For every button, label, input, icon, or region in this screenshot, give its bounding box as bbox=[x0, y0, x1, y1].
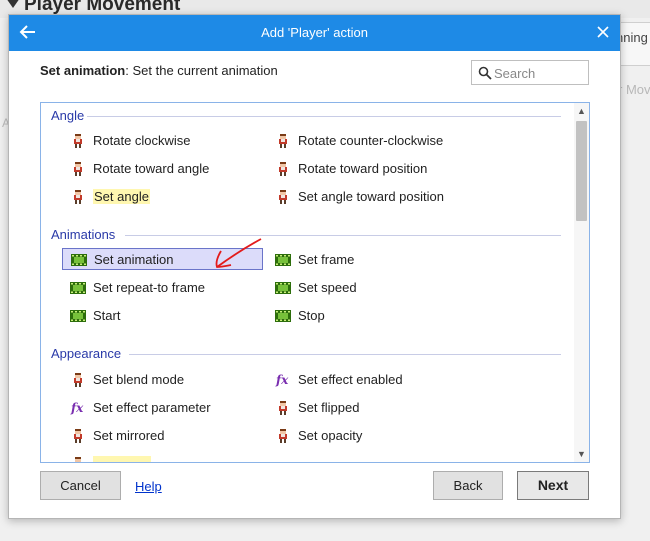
action-label: Set speed bbox=[298, 280, 357, 295]
action-item-set-opacity[interactable]: Set opacity bbox=[267, 425, 467, 447]
svg-text:fx: fx bbox=[275, 373, 289, 387]
action-item-set-frame[interactable]: Set frame bbox=[267, 249, 467, 271]
cancel-button[interactable]: Cancel bbox=[40, 471, 121, 500]
sprite-icon bbox=[275, 189, 291, 205]
group-divider bbox=[87, 116, 561, 117]
action-label: Set opacity bbox=[298, 428, 363, 443]
sprite-icon bbox=[275, 428, 291, 444]
action-label: Rotate toward angle bbox=[93, 161, 210, 176]
dialog-titlebar: Add 'Player' action bbox=[9, 15, 620, 51]
action-item-set-blend-mode[interactable]: Set blend mode bbox=[62, 369, 262, 391]
description-text: : Set the current animation bbox=[125, 63, 278, 78]
group-divider bbox=[125, 235, 561, 236]
collapse-triangle-icon[interactable] bbox=[6, 0, 20, 8]
chevron-up-icon[interactable]: ▲ bbox=[574, 103, 589, 119]
add-action-dialog: Add 'Player' action Set animation: Set t… bbox=[8, 14, 621, 519]
sprite-icon bbox=[275, 133, 291, 149]
action-label: Rotate counter-clockwise bbox=[298, 133, 444, 148]
action-label: Set effect enabled bbox=[298, 372, 403, 387]
action-item-rotate-counter-clockwise[interactable]: Rotate counter-clockwise bbox=[267, 130, 467, 152]
sprite-icon bbox=[275, 161, 291, 177]
action-label: Set blend mode bbox=[93, 372, 185, 387]
action-item-rotate-toward-position[interactable]: Rotate toward position bbox=[267, 158, 467, 180]
sprite-icon bbox=[70, 133, 86, 149]
search-input[interactable] bbox=[494, 64, 584, 82]
action-label: Set angle bbox=[93, 189, 150, 204]
action-label: Set effect parameter bbox=[93, 400, 211, 415]
action-item-set-angle-toward-position[interactable]: Set angle toward position bbox=[267, 186, 467, 208]
action-item-set-speed[interactable]: Set speed bbox=[267, 277, 467, 299]
sprite-icon bbox=[275, 400, 291, 416]
scrollbar-thumb[interactable] bbox=[576, 121, 587, 221]
next-button[interactable]: Next bbox=[517, 471, 589, 500]
group-title-animations: Animations bbox=[51, 227, 116, 242]
film-icon bbox=[275, 252, 291, 268]
sprite-icon bbox=[70, 372, 86, 388]
action-label: Set angle toward position bbox=[298, 189, 444, 204]
film-icon bbox=[70, 308, 86, 324]
group-title-appearance: Appearance bbox=[51, 346, 122, 361]
clipped-label bbox=[93, 456, 151, 462]
sprite-icon bbox=[70, 428, 86, 444]
group-title-angle: Angle bbox=[51, 108, 85, 123]
film-icon bbox=[71, 252, 87, 268]
action-item-set-effect-enabled[interactable]: fx Set effect enabled bbox=[267, 369, 467, 391]
annotation-arrow-icon bbox=[215, 238, 262, 268]
close-icon[interactable] bbox=[593, 21, 613, 43]
sprite-icon bbox=[70, 161, 86, 177]
action-item-set-mirrored[interactable]: Set mirrored bbox=[62, 425, 262, 447]
film-icon bbox=[275, 280, 291, 296]
action-label: Set animation bbox=[94, 252, 174, 267]
background-faded-text: r Mov bbox=[618, 82, 650, 97]
search-icon bbox=[478, 66, 492, 80]
fx-icon: fx bbox=[275, 372, 291, 388]
film-icon bbox=[70, 280, 86, 296]
back-button[interactable]: Back bbox=[433, 471, 503, 500]
action-label: Set mirrored bbox=[93, 428, 165, 443]
action-item-stop[interactable]: Stop bbox=[267, 305, 467, 327]
action-item-rotate-clockwise[interactable]: Rotate clockwise bbox=[62, 130, 262, 152]
dialog-title: Add 'Player' action bbox=[261, 25, 368, 40]
action-label: Rotate clockwise bbox=[93, 133, 191, 148]
action-item-set-flipped[interactable]: Set flipped bbox=[267, 397, 467, 419]
list-scrollbar[interactable]: ▲ ▼ bbox=[574, 103, 589, 462]
action-label: Set repeat-to frame bbox=[93, 280, 205, 295]
action-item-clipped[interactable] bbox=[62, 453, 262, 462]
action-item-set-angle[interactable]: Set angle bbox=[62, 186, 262, 208]
description-action-name: Set animation bbox=[40, 63, 126, 78]
help-link[interactable]: Help bbox=[135, 479, 162, 494]
film-icon bbox=[275, 308, 291, 324]
action-list: Angle Rotate clockwise Rotate counter-cl… bbox=[40, 102, 590, 463]
search-box[interactable] bbox=[471, 60, 589, 85]
fx-icon: fx bbox=[70, 400, 86, 416]
action-label: Rotate toward position bbox=[298, 161, 428, 176]
action-description: Set animation: Set the current animation bbox=[40, 63, 278, 78]
action-item-set-effect-parameter[interactable]: fx Set effect parameter bbox=[62, 397, 262, 419]
action-label: Set frame bbox=[298, 252, 355, 267]
chevron-down-icon[interactable]: ▼ bbox=[574, 446, 589, 462]
action-item-rotate-toward-angle[interactable]: Rotate toward angle bbox=[62, 158, 262, 180]
action-label: Set flipped bbox=[298, 400, 360, 415]
svg-text:fx: fx bbox=[70, 401, 84, 415]
sprite-icon bbox=[70, 189, 86, 205]
action-label: Stop bbox=[298, 308, 325, 323]
action-label: Start bbox=[93, 308, 121, 323]
sprite-icon bbox=[70, 456, 86, 462]
group-divider bbox=[129, 354, 561, 355]
action-item-start[interactable]: Start bbox=[62, 305, 262, 327]
